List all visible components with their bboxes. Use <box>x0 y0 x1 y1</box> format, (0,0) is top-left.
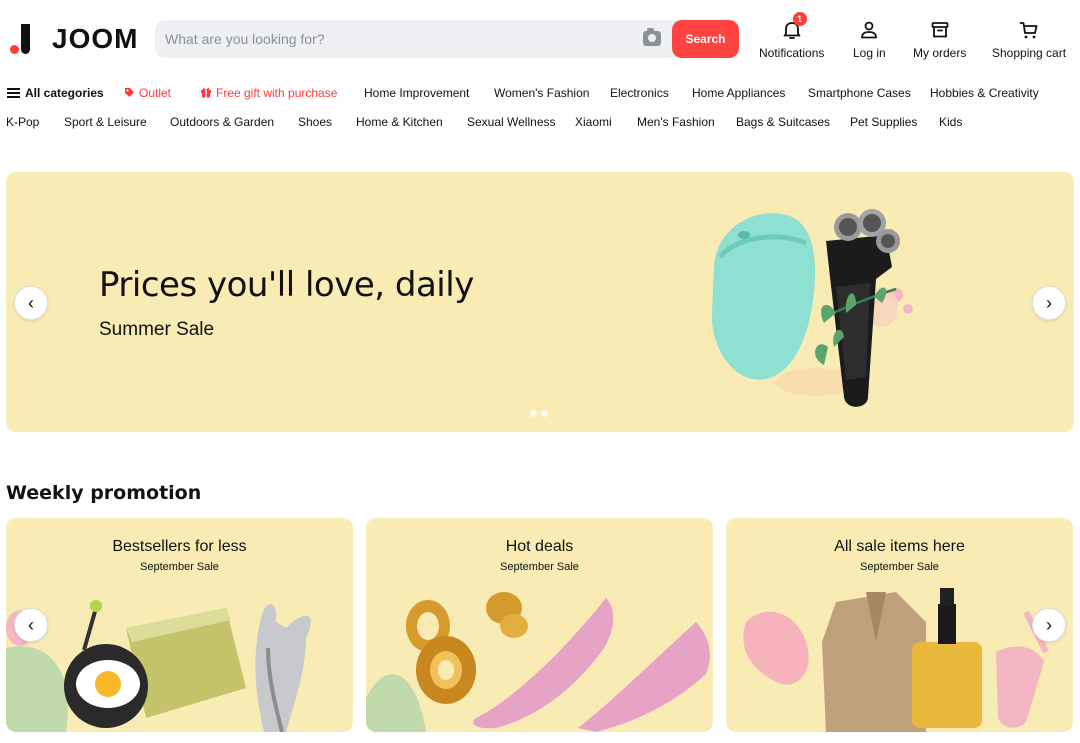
search-bar: Search <box>155 20 739 58</box>
category-sexual-wellness[interactable]: Sexual Wellness <box>467 115 556 129</box>
bell-icon: 1 <box>780 12 807 42</box>
category-kpop[interactable]: K-Pop <box>6 115 39 129</box>
login-button[interactable]: Log in <box>853 18 886 60</box>
shopping-cart-button[interactable]: Shopping cart <box>992 18 1066 60</box>
promo-card-hot-deals[interactable]: Hot deals September Sale <box>366 518 713 732</box>
hero-product-image <box>711 209 913 407</box>
all-categories-button[interactable]: All categories <box>7 86 104 100</box>
category-home-kitchen[interactable]: Home & Kitchen <box>356 115 443 129</box>
promo-card-bestsellers[interactable]: Bestsellers for less September Sale <box>6 518 353 732</box>
promo-card-image <box>6 600 311 732</box>
category-sport-leisure[interactable]: Sport & Leisure <box>64 115 147 129</box>
category-hobbies-creativity[interactable]: Hobbies & Creativity <box>930 86 1039 100</box>
category-home-improvement[interactable]: Home Improvement <box>364 86 469 100</box>
notifications-label: Notifications <box>759 46 825 60</box>
gift-icon <box>201 88 211 98</box>
category-row-2: K-Pop Sport & Leisure Outdoors & Garden … <box>0 115 1080 131</box>
promo-card-title: Hot deals <box>505 538 574 555</box>
hero-next-button[interactable]: › <box>1032 286 1066 320</box>
weekly-promotion-title: Weekly promotion <box>6 482 202 504</box>
promo-next-button[interactable]: › <box>1032 608 1066 642</box>
joom-logo[interactable]: JOOM <box>10 22 138 56</box>
my-orders-button[interactable]: My orders <box>913 18 966 60</box>
carousel-dot[interactable] <box>530 410 537 417</box>
promo-card-title: Bestsellers for less <box>112 538 247 555</box>
cart-icon <box>1017 18 1041 42</box>
logo-mark-icon <box>10 24 36 54</box>
chevron-right-icon: › <box>1046 292 1052 313</box>
notifications-button[interactable]: 1 Notifications <box>759 12 825 60</box>
all-categories-label: All categories <box>25 86 104 100</box>
category-outdoors-garden[interactable]: Outdoors & Garden <box>170 115 274 129</box>
category-womens-fashion[interactable]: Women's Fashion <box>494 86 589 100</box>
category-electronics[interactable]: Electronics <box>610 86 669 100</box>
promo-card-subtitle: September Sale <box>500 561 579 573</box>
category-outlet[interactable]: Outlet <box>124 86 171 100</box>
category-bags-suitcases[interactable]: Bags & Suitcases <box>736 115 830 129</box>
search-input[interactable] <box>165 20 635 58</box>
promo-card-subtitle: September Sale <box>140 561 219 573</box>
header: JOOM Search 1 Notifications Log in <box>0 0 1080 78</box>
chevron-left-icon: ‹ <box>28 292 34 313</box>
carousel-dots <box>530 410 548 417</box>
promo-card-all-sale[interactable]: All sale items here September Sale <box>726 518 1073 732</box>
category-row-1: All categories Outlet Free gift with pur… <box>0 86 1080 102</box>
promo-card-subtitle: September Sale <box>860 561 939 573</box>
carousel-dot[interactable] <box>541 410 548 417</box>
user-icon <box>857 18 881 42</box>
category-free-gift[interactable]: Free gift with purchase <box>200 86 337 100</box>
login-label: Log in <box>853 46 886 60</box>
category-smartphone-cases[interactable]: Smartphone Cases <box>808 86 911 100</box>
promo-card-title: All sale items here <box>834 538 965 555</box>
logo-text: JOOM <box>52 23 139 54</box>
hero-subtitle: Summer Sale <box>99 319 215 340</box>
category-free-gift-label: Free gift with purchase <box>216 86 338 100</box>
my-orders-label: My orders <box>913 46 967 60</box>
category-shoes[interactable]: Shoes <box>298 115 332 129</box>
menu-icon <box>7 88 20 98</box>
chevron-left-icon: ‹ <box>28 614 34 635</box>
category-mens-fashion[interactable]: Men's Fashion <box>637 115 715 129</box>
box-icon <box>928 18 952 42</box>
promo-prev-button[interactable]: ‹ <box>14 608 48 642</box>
category-pet-supplies[interactable]: Pet Supplies <box>850 115 917 129</box>
hero-prev-button[interactable]: ‹ <box>14 286 48 320</box>
search-button[interactable]: Search <box>672 20 739 58</box>
promo-card-image <box>366 592 710 732</box>
camera-icon[interactable] <box>643 28 661 46</box>
hero-title: Prices you'll love, daily <box>99 265 474 305</box>
category-kids[interactable]: Kids <box>939 115 962 129</box>
category-outlet-label: Outlet <box>139 86 172 100</box>
chevron-right-icon: › <box>1046 614 1052 635</box>
hero-banner[interactable]: Prices you'll love, daily Summer Sale <box>6 172 1074 432</box>
category-xiaomi[interactable]: Xiaomi <box>575 115 612 129</box>
shopping-cart-label: Shopping cart <box>992 46 1067 60</box>
tag-icon <box>125 88 134 97</box>
category-home-appliances[interactable]: Home Appliances <box>692 86 785 100</box>
promo-card-image <box>743 588 1049 732</box>
notification-badge: 1 <box>792 12 807 26</box>
